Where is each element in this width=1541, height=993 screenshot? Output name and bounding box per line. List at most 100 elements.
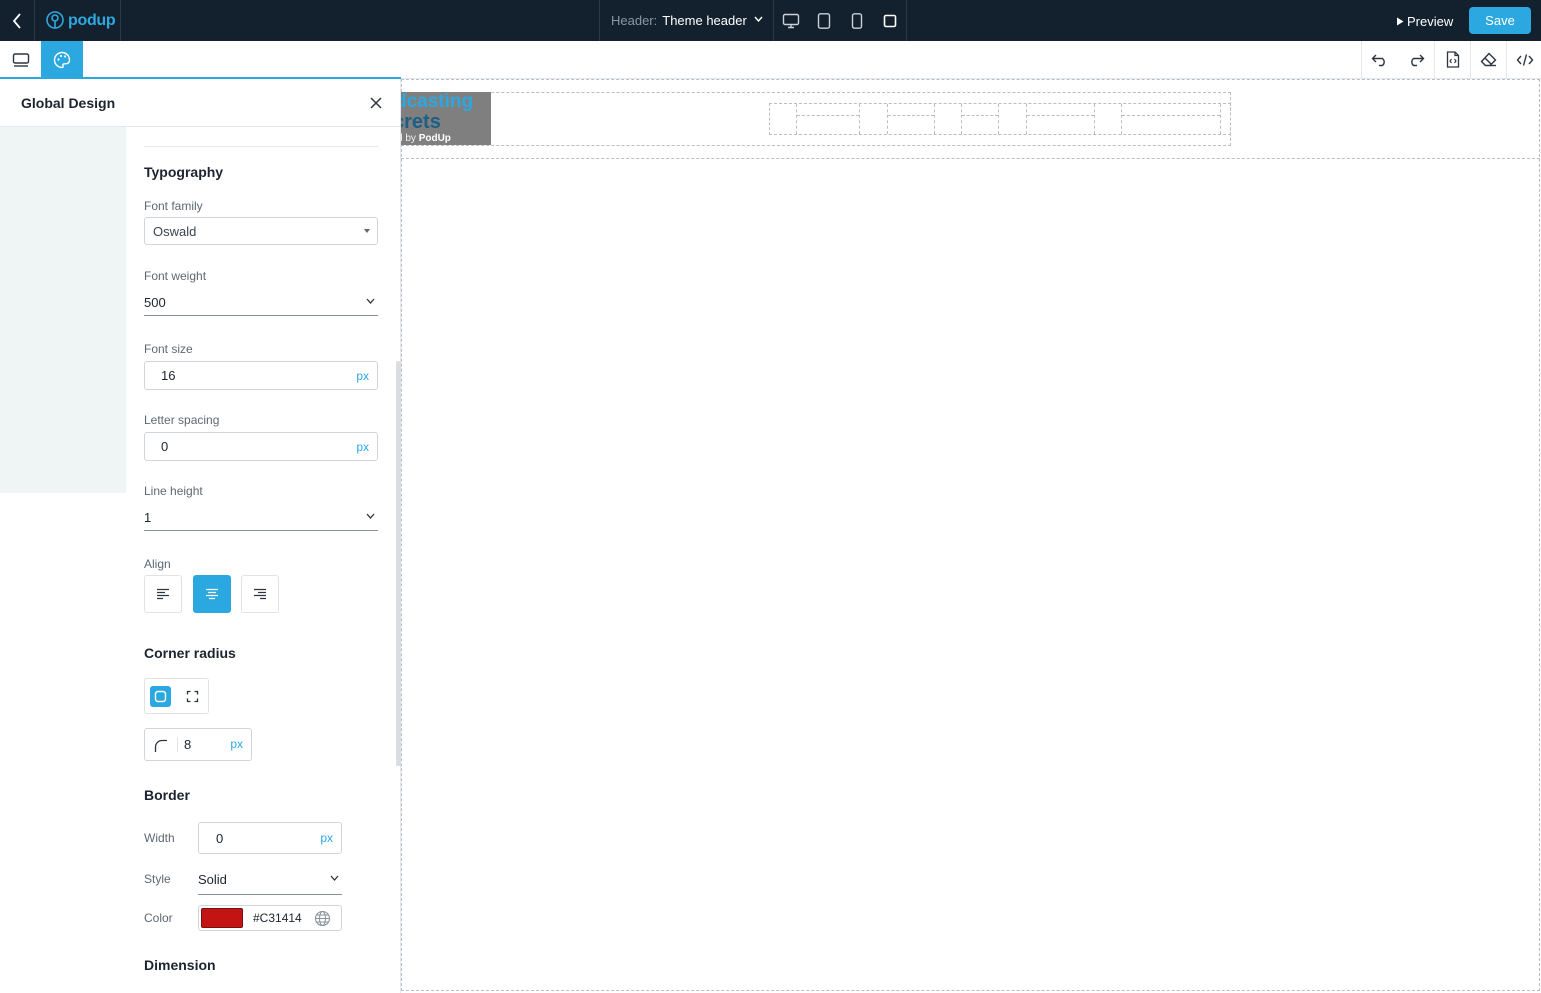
dimension-heading: Dimension [144, 957, 216, 973]
page-canvas[interactable]: dcasting crets d by PodUp [401, 79, 1541, 993]
border-style-label: Style [144, 872, 171, 886]
border-width-unit[interactable]: px [320, 831, 333, 845]
border-width-label: Width [144, 831, 175, 845]
header-template-select[interactable]: Header: Theme header [599, 0, 774, 41]
device-mobile-button[interactable] [841, 0, 874, 41]
panel-preview-area [0, 127, 126, 493]
corner-radius-unit[interactable]: px [230, 737, 243, 751]
redo-button[interactable] [1398, 41, 1434, 78]
logo-line-3-prefix: d by [401, 133, 416, 144]
nav-item-placeholder[interactable] [1026, 104, 1095, 134]
border-width-value: 0 [216, 831, 224, 846]
logo-line-3: d by PodUp [401, 133, 451, 145]
border-style-select[interactable]: Solid [198, 867, 342, 895]
nav-item-placeholder[interactable] [961, 104, 999, 134]
nav-item-underline [1027, 115, 1094, 116]
font-size-input[interactable]: 16 px [144, 361, 378, 390]
nav-item-placeholder[interactable] [796, 104, 860, 134]
back-button[interactable] [0, 0, 35, 41]
layers-button[interactable] [0, 41, 41, 78]
line-height-value: 1 [144, 510, 152, 525]
line-height-label: Line height [144, 484, 203, 498]
logo-line-1: dcasting [401, 92, 474, 112]
line-height-select[interactable]: 1 [144, 505, 378, 531]
font-family-label: Font family [144, 199, 203, 213]
app-logo[interactable]: podup [36, 0, 121, 41]
nav-item-placeholder[interactable] [887, 104, 935, 134]
input-separator [177, 738, 178, 752]
align-center-button[interactable] [193, 575, 231, 613]
tablet-icon [817, 12, 831, 29]
device-tablet-button[interactable] [808, 0, 841, 41]
border-style-value: Solid [198, 872, 227, 887]
logo-line-2: crets [401, 111, 441, 133]
play-icon [1397, 17, 1404, 25]
global-design-panel: Global Design Typography Font family Osw… [0, 79, 401, 993]
editor-toolbar [0, 41, 1541, 79]
border-color-label: Color [144, 911, 173, 925]
font-weight-label: Font weight [144, 269, 207, 283]
align-right-button[interactable] [241, 575, 279, 613]
global-design-button[interactable] [41, 41, 83, 78]
history-tools [1361, 41, 1541, 78]
corner-radius-heading: Corner radius [144, 645, 236, 661]
globe-icon[interactable] [314, 910, 331, 927]
border-width-input[interactable]: 0 px [198, 822, 342, 854]
desktop-icon [783, 13, 800, 28]
logo-text: podup [68, 11, 116, 29]
device-square-button[interactable] [873, 0, 906, 41]
nav-item-placeholder[interactable] [1121, 104, 1221, 134]
css-file-icon [1446, 51, 1459, 68]
site-logo[interactable]: dcasting crets d by PodUp [401, 92, 491, 145]
top-bar: podup Header: Theme header Preview Save [0, 0, 1541, 41]
font-size-unit[interactable]: px [356, 369, 377, 383]
undo-button[interactable] [1362, 41, 1398, 78]
align-left-icon [157, 588, 169, 600]
corner-radius-mode-toggle [144, 678, 209, 714]
letter-spacing-input[interactable]: 0 px [144, 432, 378, 461]
align-center-icon [206, 588, 218, 600]
device-switcher [775, 0, 907, 41]
preview-button[interactable]: Preview [1396, 12, 1453, 30]
font-weight-value: 500 [144, 295, 166, 310]
letter-spacing-unit[interactable]: px [356, 440, 377, 454]
letter-spacing-value: 0 [161, 439, 169, 454]
device-desktop-button[interactable] [775, 0, 808, 41]
preview-label: Preview [1407, 13, 1454, 29]
nav-item-underline [888, 115, 934, 116]
align-left-button[interactable] [144, 575, 182, 613]
code-view-button[interactable] [1506, 41, 1541, 78]
letter-spacing-label: Letter spacing [144, 413, 220, 427]
clear-button[interactable] [1470, 41, 1506, 78]
typography-heading: Typography [144, 164, 224, 180]
individual-corners-icon [186, 690, 199, 703]
corner-radius-input[interactable]: 8 px [144, 728, 252, 761]
chevron-down-icon [366, 513, 375, 519]
redo-icon [1411, 54, 1425, 66]
all-corners-button[interactable] [150, 686, 171, 707]
logo-line-3-brand: PodUp [418, 133, 451, 144]
nav-item-underline [962, 115, 998, 116]
square-icon [883, 14, 896, 27]
nav-item-underline [797, 115, 859, 116]
font-size-value: 16 [161, 368, 176, 383]
corner-radius-icon [154, 739, 167, 752]
close-icon[interactable] [368, 95, 384, 111]
section-divider [144, 146, 378, 147]
chevron-down-icon [330, 875, 339, 881]
save-button[interactable]: Save [1469, 7, 1531, 34]
border-heading: Border [144, 787, 190, 803]
header-nav-menu[interactable] [769, 103, 1231, 135]
header-select-prefix: Header: [611, 13, 658, 28]
nav-item-underline [1122, 115, 1220, 116]
border-color-field: #C31414 [198, 905, 342, 931]
font-size-label: Font size [144, 342, 193, 356]
mobile-icon [851, 12, 863, 29]
border-color-hex[interactable]: #C31414 [253, 911, 302, 925]
border-color-swatch[interactable] [201, 908, 243, 928]
custom-css-button[interactable] [1434, 41, 1470, 78]
palette-icon [53, 51, 71, 68]
font-family-select[interactable]: Oswald [144, 217, 378, 245]
font-weight-select[interactable]: 500 [144, 290, 378, 316]
individual-corners-button[interactable] [182, 686, 203, 707]
